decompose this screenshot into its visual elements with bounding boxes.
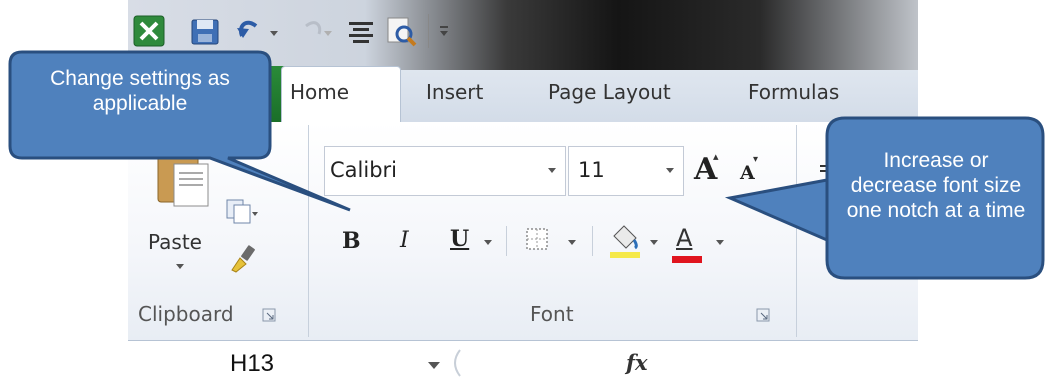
right-callout-text: Increase or decrease font size one notch… bbox=[846, 149, 1026, 222]
left-callout-text: Change settings as applicable bbox=[50, 67, 230, 115]
